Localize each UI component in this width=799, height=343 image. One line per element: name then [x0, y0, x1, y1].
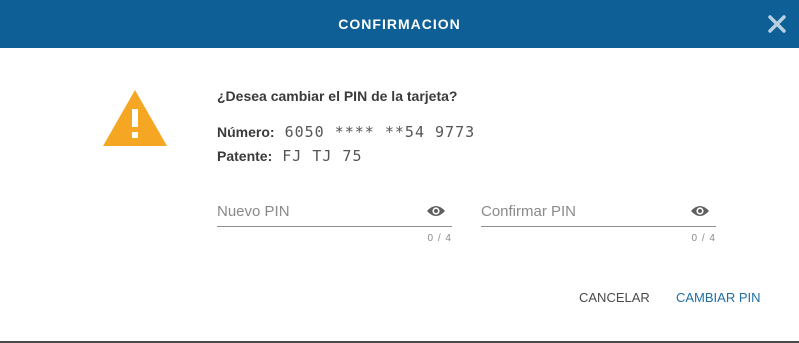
new-pin-underline	[217, 226, 452, 227]
dialog-title: CONFIRMACION	[338, 16, 461, 32]
confirm-dialog: CONFIRMACION ¿Desea cambiar el PIN de la…	[0, 0, 799, 343]
new-pin-counter: 0 / 4	[427, 233, 452, 244]
close-icon[interactable]	[765, 12, 789, 36]
card-number-row: Número: 6050 **** **54 9773	[217, 123, 475, 141]
warning-icon	[101, 88, 169, 148]
card-number-label: Número:	[217, 124, 275, 140]
confirm-pin-counter: 0 / 4	[691, 233, 716, 244]
new-pin-field: 0 / 4	[217, 196, 452, 248]
new-pin-input[interactable]	[217, 196, 417, 226]
confirm-pin-field: 0 / 4	[481, 196, 716, 248]
plate-row: Patente: FJ TJ 75	[217, 147, 362, 165]
eye-icon[interactable]	[690, 204, 710, 218]
confirm-question: ¿Desea cambiar el PIN de la tarjeta?	[217, 88, 458, 104]
plate-value: FJ TJ 75	[282, 147, 363, 165]
cancel-button[interactable]: CANCELAR	[579, 290, 650, 305]
change-pin-button[interactable]: CAMBIAR PIN	[676, 290, 761, 305]
card-number-value: 6050 **** **54 9773	[284, 123, 476, 141]
confirm-pin-input[interactable]	[481, 196, 681, 226]
eye-icon[interactable]	[426, 204, 446, 218]
dialog-header: CONFIRMACION	[0, 0, 799, 48]
confirm-pin-underline	[481, 226, 716, 227]
plate-label: Patente:	[217, 148, 273, 164]
